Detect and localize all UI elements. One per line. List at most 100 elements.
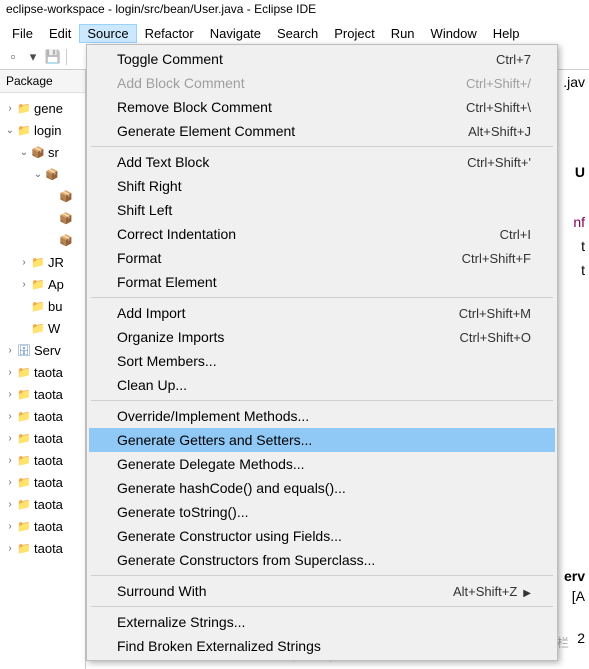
menu-item-generate-element-comment[interactable]: Generate Element CommentAlt+Shift+J <box>89 119 555 143</box>
menu-item-add-text-block[interactable]: Add Text BlockCtrl+Shift+' <box>89 150 555 174</box>
menu-item-label: Generate Constructors from Superclass... <box>117 552 375 568</box>
tree-item[interactable]: ›📁taota <box>0 383 85 405</box>
expand-icon[interactable]: › <box>4 521 16 532</box>
tree-item[interactable]: ›📁taota <box>0 449 85 471</box>
menu-item-label: Format Element <box>117 274 217 290</box>
tree-item-label: bu <box>48 299 62 314</box>
menubar-item-search[interactable]: Search <box>269 24 326 43</box>
menubar-item-source[interactable]: Source <box>79 24 136 43</box>
expand-icon[interactable]: › <box>4 543 16 554</box>
menu-item-remove-block-comment[interactable]: Remove Block CommentCtrl+Shift+\ <box>89 95 555 119</box>
tree-item[interactable]: ›📁taota <box>0 471 85 493</box>
expand-icon[interactable]: › <box>4 455 16 466</box>
tree-item-label: taota <box>34 409 63 424</box>
menu-item-generate-constructor-using-fields[interactable]: Generate Constructor using Fields... <box>89 524 555 548</box>
menubar-item-navigate[interactable]: Navigate <box>202 24 269 43</box>
separator <box>66 49 67 65</box>
expand-icon[interactable]: › <box>4 411 16 422</box>
menu-item-shift-right[interactable]: Shift Right <box>89 174 555 198</box>
menu-item-label: Override/Implement Methods... <box>117 408 309 424</box>
menubar-item-edit[interactable]: Edit <box>41 24 79 43</box>
expand-icon[interactable]: ⌄ <box>4 125 16 136</box>
tree-item[interactable]: ⌄📦sr <box>0 141 85 163</box>
menu-item-generate-tostring[interactable]: Generate toString()... <box>89 500 555 524</box>
new-icon[interactable]: ▫ <box>4 48 22 66</box>
dropdown-icon[interactable]: ▾ <box>24 48 42 66</box>
expand-icon[interactable]: › <box>4 499 16 510</box>
menubar-item-run[interactable]: Run <box>383 24 423 43</box>
folder-icon: 📁 <box>30 298 46 314</box>
tree-item[interactable]: 📦 <box>0 229 85 251</box>
menu-item-shift-left[interactable]: Shift Left <box>89 198 555 222</box>
expand-icon[interactable]: › <box>4 345 16 356</box>
expand-icon[interactable]: › <box>4 103 16 114</box>
tree-item[interactable]: ›🗄Serv <box>0 339 85 361</box>
menu-item-surround-with[interactable]: Surround WithAlt+Shift+Z▶ <box>89 579 555 603</box>
tree-item[interactable]: ›📁taota <box>0 361 85 383</box>
menu-item-shortcut: Ctrl+Shift+' <box>467 155 531 170</box>
expand-icon[interactable]: › <box>18 279 30 290</box>
menu-item-label: Generate Element Comment <box>117 123 295 139</box>
tree-item[interactable]: 📦 <box>0 207 85 229</box>
tree-item[interactable]: ⌄📦 <box>0 163 85 185</box>
expand-icon[interactable]: › <box>4 389 16 400</box>
tree-item[interactable]: ›📁JR <box>0 251 85 273</box>
menu-item-generate-getters-and-setters[interactable]: Generate Getters and Setters... <box>89 428 555 452</box>
menubar-item-window[interactable]: Window <box>423 24 485 43</box>
tree-item[interactable]: ›📁gene <box>0 97 85 119</box>
menu-item-generate-hashcode-and-equals[interactable]: Generate hashCode() and equals()... <box>89 476 555 500</box>
tree-item-label: taota <box>34 497 63 512</box>
tree-item[interactable]: 📦 <box>0 185 85 207</box>
save-icon[interactable]: 💾 <box>44 48 62 66</box>
srv-icon: 🗄 <box>16 342 32 358</box>
menu-item-label: Generate Delegate Methods... <box>117 456 305 472</box>
tree-item[interactable]: 📁bu <box>0 295 85 317</box>
expand-icon[interactable]: › <box>4 367 16 378</box>
menu-item-organize-imports[interactable]: Organize ImportsCtrl+Shift+O <box>89 325 555 349</box>
tree-item-label: Serv <box>34 343 61 358</box>
folder-icon: 📁 <box>16 496 32 512</box>
menubar-item-project[interactable]: Project <box>326 24 382 43</box>
menu-item-generate-constructors-from-superclass[interactable]: Generate Constructors from Superclass... <box>89 548 555 572</box>
tree-item[interactable]: ›📁taota <box>0 537 85 559</box>
tree-item[interactable]: ›📁Ap <box>0 273 85 295</box>
folder-icon: 📁 <box>16 452 32 468</box>
expand-icon[interactable]: › <box>4 477 16 488</box>
tree-item-label: JR <box>48 255 64 270</box>
menu-item-format[interactable]: FormatCtrl+Shift+F <box>89 246 555 270</box>
tree-item[interactable]: ›📁taota <box>0 405 85 427</box>
menu-item-add-import[interactable]: Add ImportCtrl+Shift+M <box>89 301 555 325</box>
folder-icon: 📁 <box>16 100 32 116</box>
menu-item-shortcut: Ctrl+7 <box>496 52 531 67</box>
tree-item[interactable]: ›📁taota <box>0 515 85 537</box>
tree-item-label: W <box>48 321 60 336</box>
folder-icon: 📁 <box>16 122 32 138</box>
editor-fragment: t <box>581 262 585 278</box>
expand-icon[interactable]: › <box>18 257 30 268</box>
menu-item-label: Format <box>117 250 161 266</box>
menu-item-label: Surround With <box>117 583 206 599</box>
menubar-item-help[interactable]: Help <box>485 24 528 43</box>
tree-item[interactable]: ›📁taota <box>0 427 85 449</box>
menubar-item-refactor[interactable]: Refactor <box>137 24 202 43</box>
folder-icon: 📁 <box>16 386 32 402</box>
menu-item-override-implement-methods[interactable]: Override/Implement Methods... <box>89 404 555 428</box>
tree-item[interactable]: ›📁taota <box>0 493 85 515</box>
menubar-item-file[interactable]: File <box>4 24 41 43</box>
menu-item-correct-indentation[interactable]: Correct IndentationCtrl+I <box>89 222 555 246</box>
expand-icon[interactable]: ⌄ <box>32 169 44 180</box>
menu-item-format-element[interactable]: Format Element <box>89 270 555 294</box>
expand-icon[interactable]: › <box>4 433 16 444</box>
menu-item-externalize-strings[interactable]: Externalize Strings... <box>89 610 555 634</box>
tree-item[interactable]: ⌄📁login <box>0 119 85 141</box>
expand-icon[interactable]: ⌄ <box>18 147 30 158</box>
menu-item-clean-up[interactable]: Clean Up... <box>89 373 555 397</box>
menu-item-sort-members[interactable]: Sort Members... <box>89 349 555 373</box>
tree-item[interactable]: 📁W <box>0 317 85 339</box>
menu-item-label: Clean Up... <box>117 377 187 393</box>
menu-item-find-broken-externalized-strings[interactable]: Find Broken Externalized Strings <box>89 634 555 658</box>
folder-icon: 📁 <box>16 474 32 490</box>
project-tree[interactable]: ›📁gene⌄📁login⌄📦sr⌄📦📦📦📦›📁JR›📁Ap📁bu📁W›🗄Ser… <box>0 93 85 563</box>
menu-item-generate-delegate-methods[interactable]: Generate Delegate Methods... <box>89 452 555 476</box>
menu-item-toggle-comment[interactable]: Toggle CommentCtrl+7 <box>89 47 555 71</box>
